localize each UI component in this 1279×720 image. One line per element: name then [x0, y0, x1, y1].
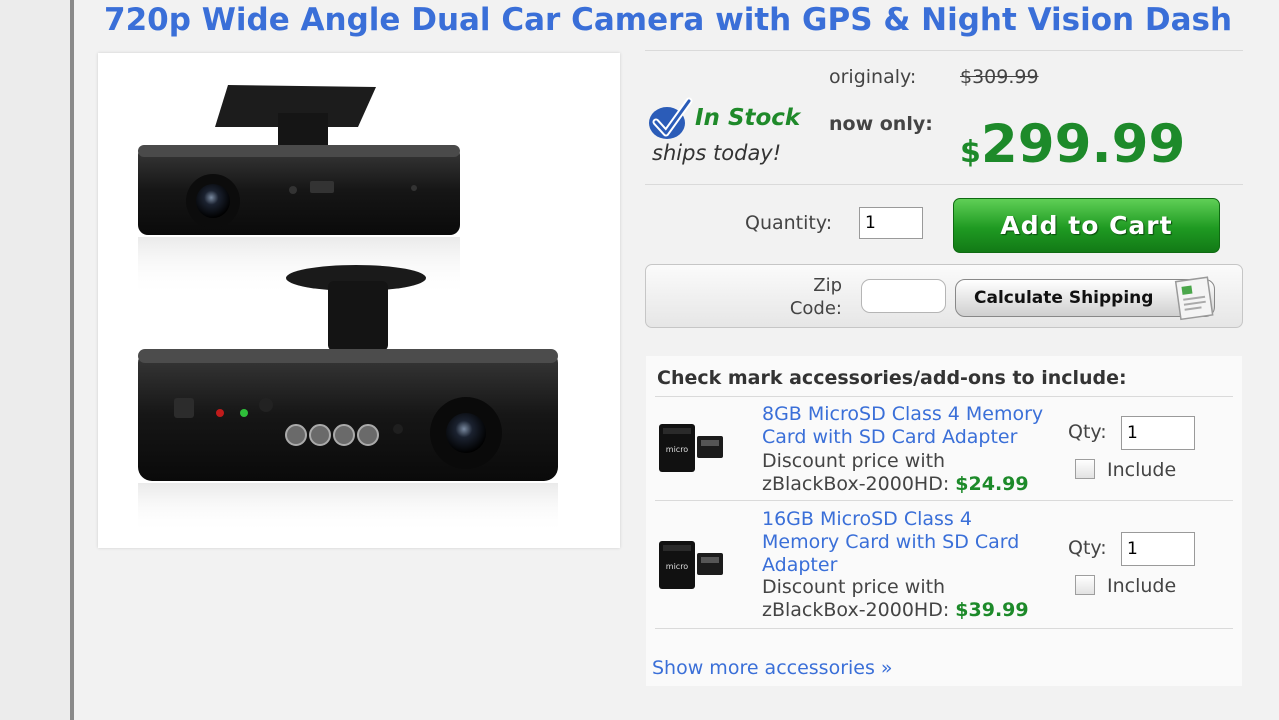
- accessory-name-line: Card with SD Card Adapter: [762, 426, 1018, 448]
- dash-camera-illustration: [138, 85, 558, 533]
- svg-text:micro: micro: [666, 445, 689, 454]
- accessory-desc-line: Discount price with: [762, 450, 946, 472]
- accessories-header: Check mark accessories/add-ons to includ…: [657, 367, 1127, 389]
- accessory-name-line: Adapter: [762, 554, 838, 576]
- accessory-link-16gb[interactable]: 16GB MicroSD Class 4 Memory Card with SD…: [762, 508, 1019, 577]
- zip-label-line1: Zip: [813, 275, 842, 296]
- sale-price-amount: 299.99: [980, 114, 1186, 175]
- sale-price-label: now only:: [829, 113, 933, 135]
- accessory-desc-line: zBlackBox-2000HD: $24.99: [762, 473, 1029, 496]
- accessory-qty-label: Qty:: [1068, 537, 1107, 559]
- product-title[interactable]: 720p Wide Angle Dual Car Camera with GPS…: [104, 0, 1279, 40]
- accessory-desc-line: zBlackBox-2000HD: $39.99: [762, 599, 1029, 622]
- accessory-include-label: Include: [1107, 459, 1177, 481]
- svg-text:micro: micro: [666, 562, 689, 571]
- divider-top: [645, 50, 1243, 51]
- checkmark-icon: [647, 97, 693, 145]
- accessory-desc-text: zBlackBox-2000HD:: [762, 473, 950, 495]
- accessory-desc-line: Discount price with: [762, 576, 946, 598]
- zip-label-line2: Code:: [789, 298, 842, 319]
- accessory-discount-8gb: Discount price with zBlackBox-2000HD: $2…: [762, 450, 1029, 496]
- accessory-name-line: 16GB MicroSD Class 4: [762, 508, 972, 530]
- product-image[interactable]: [98, 53, 620, 548]
- accessory-include-label: Include: [1107, 575, 1177, 597]
- accessory-name-line: Memory Card with SD Card: [762, 531, 1020, 553]
- left-gutter: [0, 0, 72, 720]
- zip-code-label: Zip Code:: [770, 274, 842, 320]
- stock-status: In Stock: [695, 105, 801, 131]
- accessories-divider-3: [655, 628, 1233, 629]
- currency-symbol: $: [960, 135, 981, 170]
- accessory-price: $39.99: [955, 599, 1029, 621]
- original-price: $309.99: [960, 66, 1039, 88]
- microsd-card-icon: micro: [657, 537, 725, 597]
- quantity-input[interactable]: [859, 207, 923, 239]
- microsd-card-icon: micro: [657, 420, 725, 480]
- accessory-qty-label: Qty:: [1068, 421, 1107, 443]
- add-to-cart-button[interactable]: Add to Cart: [953, 198, 1220, 253]
- show-more-accessories-link[interactable]: Show more accessories »: [652, 657, 893, 679]
- accessory-qty-input[interactable]: [1121, 532, 1195, 566]
- accessory-qty-input[interactable]: [1121, 416, 1195, 450]
- accessory-name-line: 8GB MicroSD Class 4 Memory: [762, 403, 1044, 425]
- accessory-desc-text: zBlackBox-2000HD:: [762, 599, 950, 621]
- original-price-label: originaly:: [829, 66, 917, 88]
- accessory-include-checkbox[interactable]: [1075, 575, 1095, 595]
- shipping-document-icon: [1172, 273, 1220, 325]
- sale-price: $299.99: [960, 112, 1185, 186]
- zip-code-input[interactable]: [861, 279, 946, 313]
- accessories-divider-1: [655, 396, 1233, 397]
- accessory-link-8gb[interactable]: 8GB MicroSD Class 4 Memory Card with SD …: [762, 403, 1043, 449]
- shipping-note: ships today!: [652, 141, 782, 165]
- accessory-include-checkbox[interactable]: [1075, 459, 1095, 479]
- accessory-price: $24.99: [955, 473, 1029, 495]
- accessory-discount-16gb: Discount price with zBlackBox-2000HD: $3…: [762, 576, 1029, 622]
- accessories-divider-2: [655, 500, 1233, 501]
- quantity-label: Quantity:: [745, 212, 833, 234]
